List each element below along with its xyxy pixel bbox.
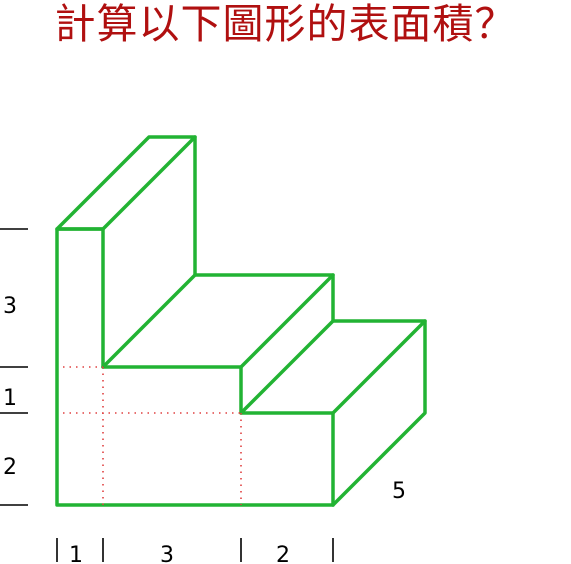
dimension-ticks bbox=[0, 228, 334, 562]
depth-label: 5 bbox=[392, 479, 406, 504]
dimension-labels: 3 1 2 1 3 2 5 bbox=[3, 294, 406, 564]
width-right-label: 2 bbox=[276, 543, 290, 564]
height-bottom-label: 2 bbox=[3, 455, 17, 480]
height-middle-label: 1 bbox=[3, 386, 17, 411]
dotted-guides bbox=[63, 366, 242, 505]
tall-block-top-face bbox=[55, 135, 197, 231]
right-side-face bbox=[331, 319, 427, 507]
width-left-label: 1 bbox=[69, 543, 83, 564]
solid-edges bbox=[55, 135, 427, 507]
stepped-solid-figure: 3 1 2 1 3 2 5 bbox=[0, 135, 427, 564]
width-middle-label: 3 bbox=[160, 543, 174, 564]
height-top-label: 3 bbox=[3, 294, 17, 319]
low-step-top-face bbox=[239, 319, 427, 415]
